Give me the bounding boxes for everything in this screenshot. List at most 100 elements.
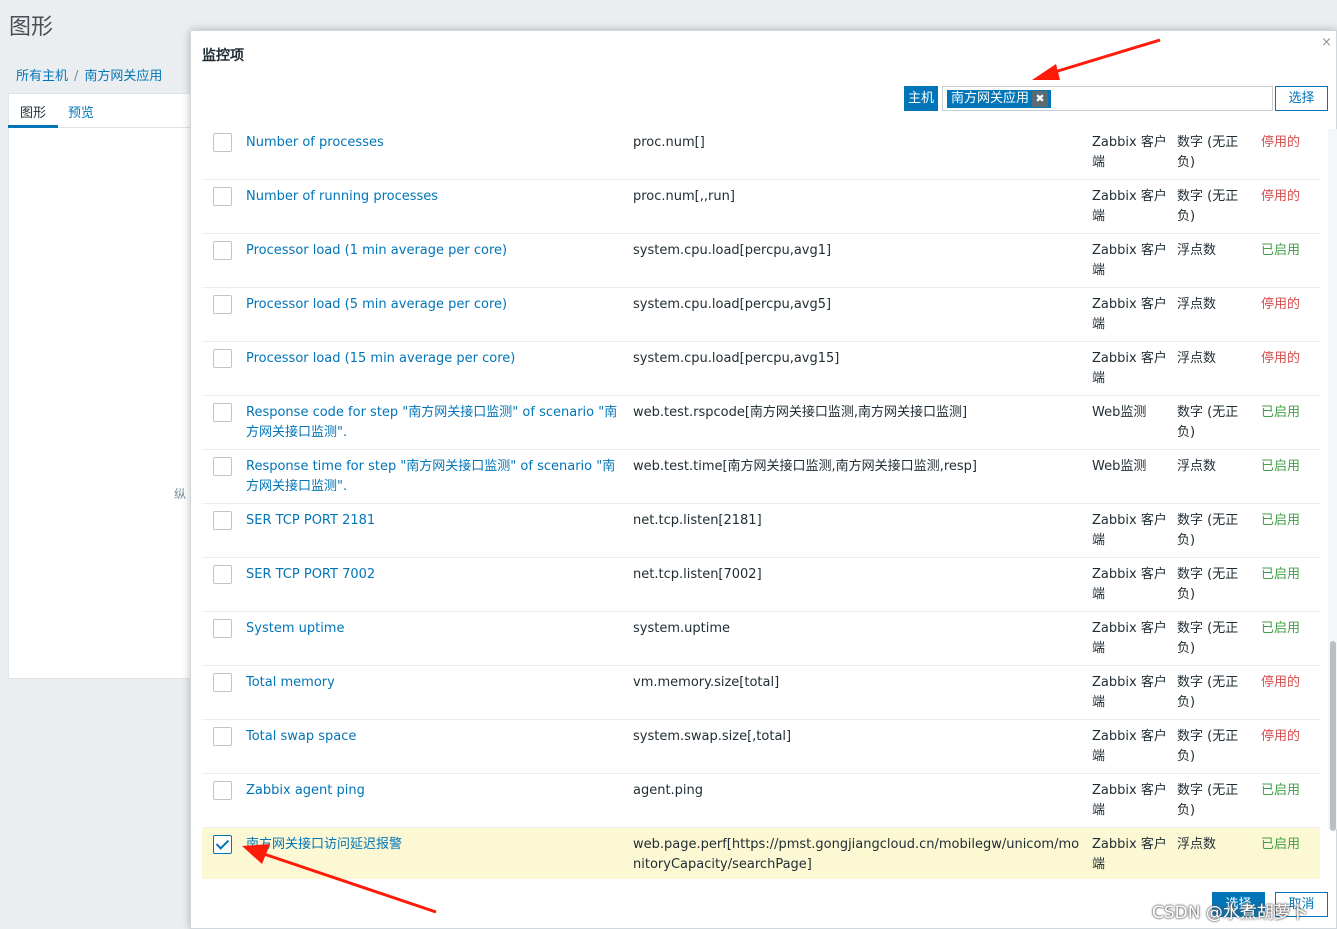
item-key: system.cpu.load[percpu,avg1] — [633, 243, 832, 258]
row-checkbox[interactable] — [213, 727, 232, 746]
item-value-type: 数字 (无正负) — [1177, 135, 1239, 170]
table-row[interactable]: 南方网关接口访问延迟报警 web.page.perf[https://pmst.g… — [202, 828, 1320, 879]
row-checkbox[interactable] — [213, 673, 232, 692]
table-row[interactable]: Total memory vm.memory.size[total] Zabbix … — [202, 666, 1320, 720]
remove-chip-icon[interactable]: ✖ — [1032, 91, 1049, 107]
item-status[interactable]: 已启用 — [1261, 781, 1316, 801]
table-row[interactable]: SER TCP PORT 2181 net.tcp.listen[2181] Zab… — [202, 504, 1320, 558]
item-status[interactable]: 停用的 — [1261, 133, 1316, 153]
tab-preview[interactable]: 预览 — [68, 102, 94, 121]
item-name-link[interactable]: Number of processes — [246, 133, 626, 153]
table-row[interactable]: Number of processes proc.num[] Zabbix 客户端数… — [202, 126, 1320, 180]
item-name-link[interactable]: Number of running processes — [246, 187, 626, 207]
item-value-type: 数字 (无正负) — [1177, 675, 1239, 710]
item-key: web.test.rspcode[南方网关接口监测,南方网关接口监测] — [633, 405, 968, 420]
close-icon[interactable]: × — [1321, 35, 1332, 50]
item-type: Zabbix 客户端 — [1092, 567, 1167, 602]
item-value-type: 数字 (无正负) — [1177, 189, 1239, 224]
host-multiselect-input[interactable]: 南方网关应用 ✖ — [942, 86, 1273, 111]
item-name-link[interactable]: Processor load (15 min average per core) — [246, 349, 626, 369]
host-select-button[interactable]: 选择 — [1275, 86, 1328, 111]
item-value-type: 数字 (无正负) — [1177, 405, 1239, 440]
item-status[interactable]: 停用的 — [1261, 727, 1316, 747]
item-status[interactable]: 停用的 — [1261, 673, 1316, 693]
item-name-link[interactable]: Processor load (5 min average per core) — [246, 295, 626, 315]
item-name-link[interactable]: Response time for step "南方网关接口监测" of sce… — [246, 457, 626, 497]
item-key: vm.memory.size[total] — [633, 675, 780, 690]
item-name-link[interactable]: Processor load (1 min average per core) — [246, 241, 626, 261]
item-key: proc.num[] — [633, 135, 705, 150]
item-key: net.tcp.listen[7002] — [633, 567, 762, 582]
table-row[interactable]: Processor load (1 min average per core) s… — [202, 234, 1320, 288]
table-row[interactable]: Response code for step "南方网关接口监测" of sce… — [202, 396, 1320, 450]
row-checkbox[interactable] — [213, 349, 232, 368]
breadcrumb-host[interactable]: 南方网关应用 — [84, 69, 162, 84]
item-name-link[interactable]: Zabbix agent ping — [246, 781, 626, 801]
row-checkbox[interactable] — [213, 835, 232, 854]
scrollbar-thumb[interactable] — [1330, 641, 1336, 831]
item-name-link[interactable]: Total swap space — [246, 727, 626, 747]
item-name-link[interactable]: Total memory — [246, 673, 626, 693]
item-name-link[interactable]: SER TCP PORT 2181 — [246, 511, 626, 531]
row-checkbox[interactable] — [213, 295, 232, 314]
host-chip: 南方网关应用 ✖ — [947, 90, 1052, 108]
table-row[interactable]: System uptime system.uptime Zabbix 客户端 数字 (… — [202, 612, 1320, 666]
item-key: web.page.perf[https://pmst.gongjiangclou… — [633, 837, 1080, 872]
item-name-link[interactable]: System uptime — [246, 619, 626, 639]
row-checkbox[interactable] — [213, 619, 232, 638]
table-row[interactable]: Number of running processes proc.num[,,ru… — [202, 180, 1320, 234]
item-type: Zabbix 客户端 — [1092, 243, 1167, 278]
item-type: Zabbix 客户端 — [1092, 729, 1167, 764]
row-checkbox[interactable] — [213, 781, 232, 800]
item-status[interactable]: 已启用 — [1261, 403, 1316, 423]
row-checkbox[interactable] — [213, 511, 232, 530]
breadcrumb: 所有主机 / 南方网关应用 — [16, 65, 162, 84]
table-row[interactable]: Processor load (15 min average per core)… — [202, 342, 1320, 396]
item-status[interactable]: 已启用 — [1261, 565, 1316, 585]
item-type: Zabbix 客户端 — [1092, 783, 1167, 818]
item-type: Zabbix 客户端 — [1092, 189, 1167, 224]
items-dialog: 监控项 × 主机 南方网关应用 ✖ 选择 Number of processes p… — [190, 30, 1337, 929]
table-row[interactable]: Zabbix agent ping agent.ping Zabbix 客户端 数字 … — [202, 774, 1320, 828]
table-row[interactable]: SER TCP PORT 7002 net.tcp.listen[7002] Zab… — [202, 558, 1320, 612]
row-checkbox[interactable] — [213, 241, 232, 260]
item-key: agent.ping — [633, 783, 704, 798]
item-status[interactable]: 已启用 — [1261, 619, 1316, 639]
item-key: system.cpu.load[percpu,avg15] — [633, 351, 840, 366]
item-type: Zabbix 客户端 — [1092, 513, 1167, 548]
item-key: proc.num[,,run] — [633, 189, 735, 204]
item-value-type: 浮点数 — [1177, 243, 1217, 258]
item-value-type: 数字 (无正负) — [1177, 783, 1239, 818]
item-value-type: 浮点数 — [1177, 351, 1217, 366]
row-checkbox[interactable] — [213, 187, 232, 206]
table-row[interactable]: Processor load (5 min average per core) s… — [202, 288, 1320, 342]
item-name-link[interactable]: 南方网关接口访问延迟报警 — [246, 835, 626, 855]
items-table: Number of processes proc.num[] Zabbix 客户端数… — [202, 126, 1320, 879]
item-type: Zabbix 客户端 — [1092, 351, 1167, 386]
item-status[interactable]: 已启用 — [1261, 835, 1316, 855]
item-status[interactable]: 已启用 — [1261, 457, 1316, 477]
item-status[interactable]: 已启用 — [1261, 241, 1316, 261]
watermark: CSDN @水煮胡萝卜 — [1152, 903, 1308, 923]
table-row[interactable]: Response time for step "南方网关接口监测" of sce… — [202, 450, 1320, 504]
item-status[interactable]: 停用的 — [1261, 349, 1316, 369]
item-type: Zabbix 客户端 — [1092, 675, 1167, 710]
item-key: system.cpu.load[percpu,avg5] — [633, 297, 832, 312]
table-row[interactable]: Total swap space system.swap.size[,total]… — [202, 720, 1320, 774]
row-checkbox[interactable] — [213, 457, 232, 476]
breadcrumb-separator: / — [74, 69, 79, 84]
item-value-type: 数字 (无正负) — [1177, 729, 1239, 764]
row-checkbox[interactable] — [213, 133, 232, 152]
row-checkbox[interactable] — [213, 403, 232, 422]
item-value-type: 浮点数 — [1177, 459, 1217, 474]
item-key: net.tcp.listen[2181] — [633, 513, 762, 528]
background-label-fragment: 纵 — [174, 487, 187, 501]
item-status[interactable]: 停用的 — [1261, 295, 1316, 315]
breadcrumb-all-hosts[interactable]: 所有主机 — [16, 69, 68, 84]
item-status[interactable]: 停用的 — [1261, 187, 1316, 207]
item-key: system.uptime — [633, 621, 730, 636]
row-checkbox[interactable] — [213, 565, 232, 584]
item-status[interactable]: 已启用 — [1261, 511, 1316, 531]
item-name-link[interactable]: SER TCP PORT 7002 — [246, 565, 626, 585]
item-name-link[interactable]: Response code for step "南方网关接口监测" of sce… — [246, 403, 626, 443]
